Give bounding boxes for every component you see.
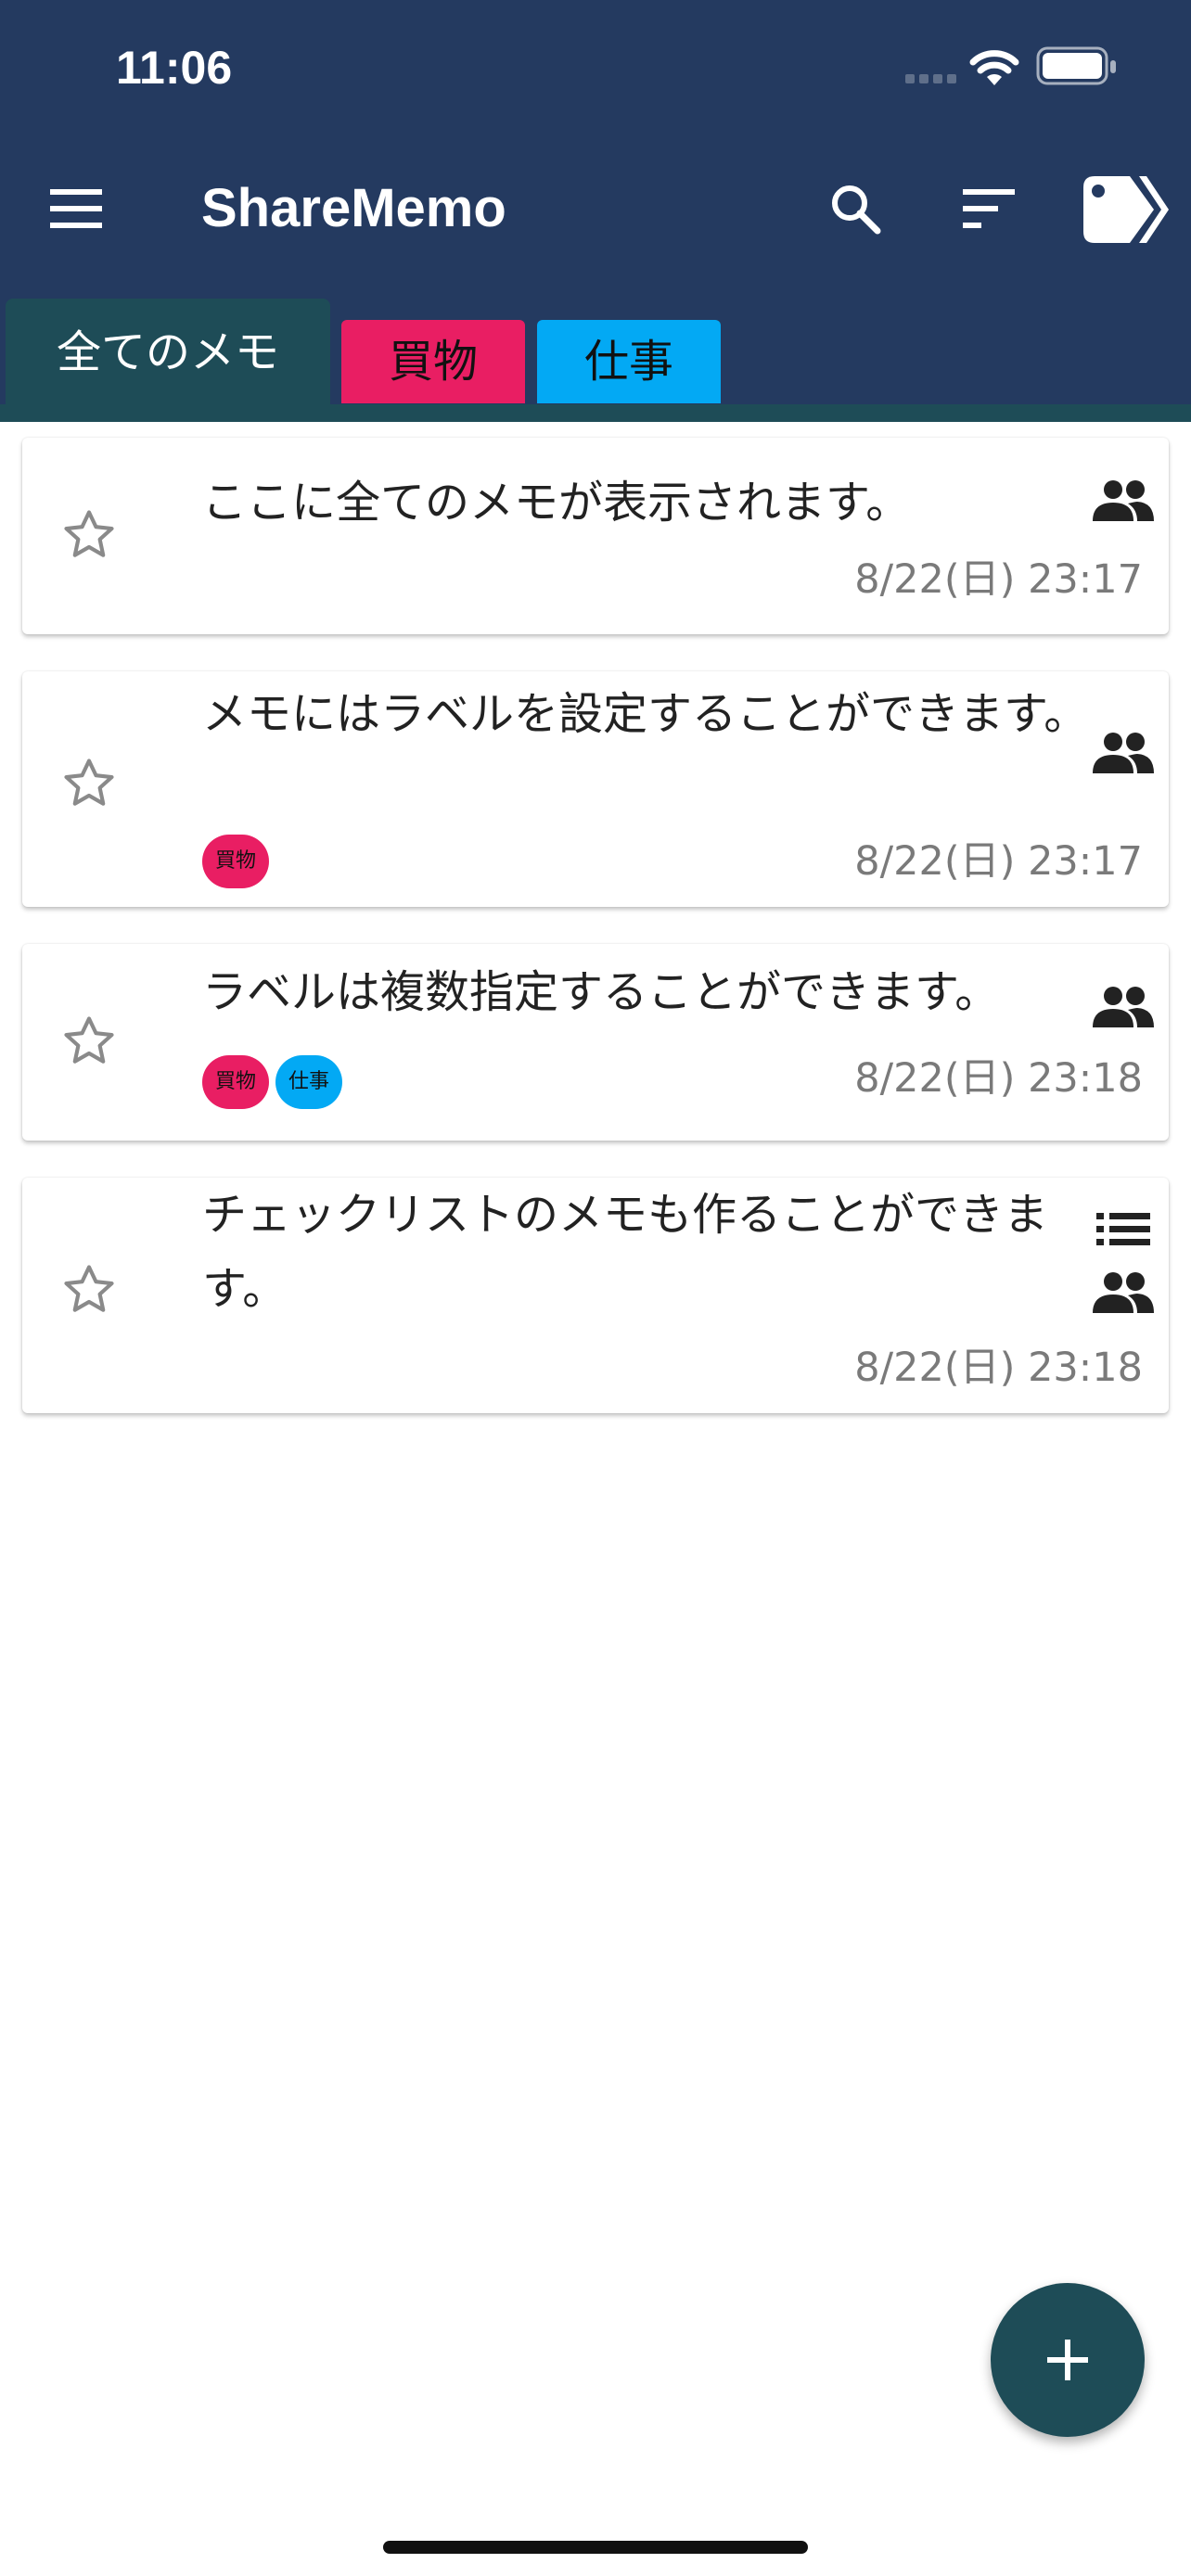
labels-icon[interactable] <box>1078 172 1171 247</box>
star-icon[interactable] <box>59 1261 119 1319</box>
home-indicator[interactable] <box>383 2541 808 2554</box>
people-icon <box>1093 987 1154 1027</box>
memo-date: 8/22(日) 23:17 <box>854 838 1143 885</box>
memo-card[interactable]: チェックリストのメモも作ることができます。 8/22(日) 23:18 <box>22 1178 1169 1413</box>
app-title: ShareMemo <box>201 178 506 238</box>
menu-icon[interactable] <box>50 187 106 230</box>
star-icon[interactable] <box>59 755 119 812</box>
star-icon[interactable] <box>59 1013 119 1070</box>
wifi-icon <box>969 50 1019 85</box>
label-chip-shopping: 買物 <box>202 1055 269 1109</box>
memo-text: ラベルは複数指定することができます。 <box>202 966 1000 1018</box>
people-icon <box>1093 733 1154 773</box>
people-icon <box>1093 480 1154 521</box>
star-icon[interactable] <box>59 506 119 564</box>
tab-all-memos[interactable]: 全てのメモ <box>6 299 330 422</box>
battery-icon <box>1036 46 1116 85</box>
memo-card[interactable]: メモにはラベルを設定することができます。 買物 8/22(日) 23:17 <box>22 671 1169 907</box>
cellular-icon <box>905 74 956 83</box>
label-chip-shopping: 買物 <box>202 835 269 888</box>
memo-date: 8/22(日) 23:17 <box>854 556 1143 603</box>
search-icon[interactable] <box>827 181 883 236</box>
tab-work[interactable]: 仕事 <box>537 320 721 403</box>
status-time: 11:06 <box>116 42 233 94</box>
memo-text: ここに全てのメモが表示されます。 <box>202 477 911 529</box>
sort-icon[interactable] <box>963 187 1018 230</box>
memo-text: メモにはラベルを設定することができます。 <box>202 688 1089 740</box>
checklist-icon <box>1096 1213 1150 1245</box>
memo-text: チェックリストのメモも作ることができます。 <box>202 1189 1049 1315</box>
memo-date: 8/22(日) 23:18 <box>854 1055 1143 1102</box>
memo-card[interactable]: ここに全てのメモが表示されます。 8/22(日) 23:17 <box>22 438 1169 634</box>
memo-date: 8/22(日) 23:18 <box>854 1345 1143 1391</box>
add-memo-button[interactable] <box>991 2283 1145 2437</box>
plus-icon <box>1047 2340 1088 2380</box>
people-icon <box>1093 1272 1154 1313</box>
tab-shopping[interactable]: 買物 <box>341 320 525 403</box>
label-chip-work: 仕事 <box>275 1055 342 1109</box>
memo-card[interactable]: ラベルは複数指定することができます。 買物 仕事 8/22(日) 23:18 <box>22 944 1169 1141</box>
status-icons <box>905 0 1191 130</box>
